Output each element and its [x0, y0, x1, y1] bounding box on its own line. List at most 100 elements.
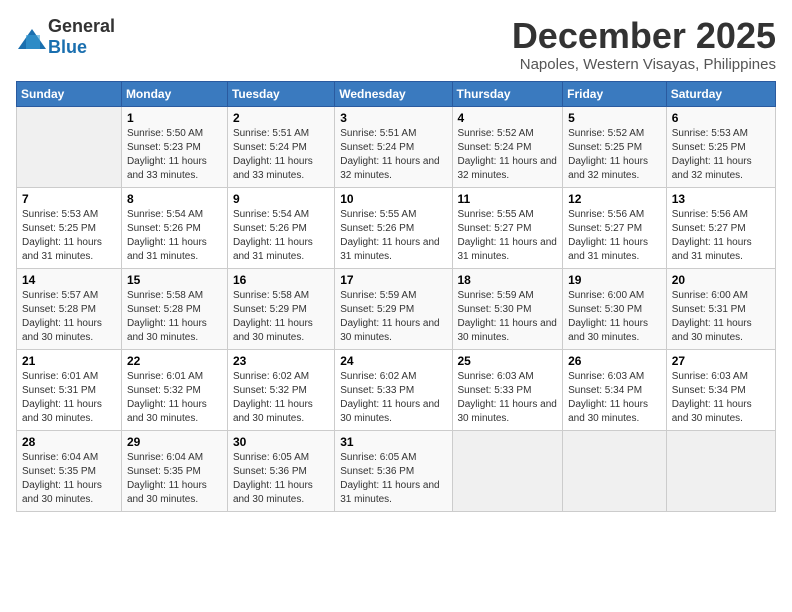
- sunset-text: Sunset: 5:33 PM: [458, 384, 558, 398]
- day-number: 16: [233, 273, 329, 287]
- logo-blue: Blue: [48, 37, 87, 57]
- sunset-text: Sunset: 5:35 PM: [22, 465, 116, 479]
- day-number: 17: [340, 273, 446, 287]
- cell-content: Sunrise: 6:03 AM Sunset: 5:33 PM Dayligh…: [458, 370, 558, 426]
- calendar-cell: [452, 430, 563, 511]
- calendar-cell: [563, 430, 667, 511]
- sunrise-text: Sunrise: 5:53 AM: [22, 208, 116, 222]
- calendar-cell: 7 Sunrise: 5:53 AM Sunset: 5:25 PM Dayli…: [17, 187, 122, 268]
- calendar-cell: 17 Sunrise: 5:59 AM Sunset: 5:29 PM Dayl…: [335, 268, 452, 349]
- sunset-text: Sunset: 5:32 PM: [233, 384, 329, 398]
- calendar-cell: 14 Sunrise: 5:57 AM Sunset: 5:28 PM Dayl…: [17, 268, 122, 349]
- cell-content: Sunrise: 5:59 AM Sunset: 5:30 PM Dayligh…: [458, 289, 558, 345]
- day-number: 9: [233, 192, 329, 206]
- calendar-cell: 27 Sunrise: 6:03 AM Sunset: 5:34 PM Dayl…: [666, 349, 775, 430]
- sunrise-text: Sunrise: 5:55 AM: [458, 208, 558, 222]
- calendar-cell: 18 Sunrise: 5:59 AM Sunset: 5:30 PM Dayl…: [452, 268, 563, 349]
- day-number: 21: [22, 354, 116, 368]
- week-row-4: 21 Sunrise: 6:01 AM Sunset: 5:31 PM Dayl…: [17, 349, 776, 430]
- week-row-2: 7 Sunrise: 5:53 AM Sunset: 5:25 PM Dayli…: [17, 187, 776, 268]
- cell-content: Sunrise: 5:51 AM Sunset: 5:24 PM Dayligh…: [233, 127, 329, 183]
- sunset-text: Sunset: 5:24 PM: [340, 141, 446, 155]
- daylight-text: Daylight: 11 hours and 30 minutes.: [568, 398, 661, 426]
- sunset-text: Sunset: 5:29 PM: [340, 303, 446, 317]
- day-number: 1: [127, 111, 222, 125]
- calendar-cell: [666, 430, 775, 511]
- sunrise-text: Sunrise: 5:51 AM: [233, 127, 329, 141]
- sunrise-text: Sunrise: 5:59 AM: [340, 289, 446, 303]
- sunrise-text: Sunrise: 5:51 AM: [340, 127, 446, 141]
- logo-text: General Blue: [48, 16, 115, 58]
- cell-content: Sunrise: 6:00 AM Sunset: 5:30 PM Dayligh…: [568, 289, 661, 345]
- sunrise-text: Sunrise: 6:03 AM: [672, 370, 770, 384]
- day-number: 10: [340, 192, 446, 206]
- daylight-text: Daylight: 11 hours and 30 minutes.: [233, 317, 329, 345]
- day-number: 5: [568, 111, 661, 125]
- cell-content: Sunrise: 5:52 AM Sunset: 5:24 PM Dayligh…: [458, 127, 558, 183]
- day-number: 26: [568, 354, 661, 368]
- cell-content: Sunrise: 6:01 AM Sunset: 5:31 PM Dayligh…: [22, 370, 116, 426]
- daylight-text: Daylight: 11 hours and 31 minutes.: [458, 236, 558, 264]
- sunset-text: Sunset: 5:26 PM: [233, 222, 329, 236]
- day-number: 7: [22, 192, 116, 206]
- daylight-text: Daylight: 11 hours and 30 minutes.: [458, 398, 558, 426]
- calendar-cell: 19 Sunrise: 6:00 AM Sunset: 5:30 PM Dayl…: [563, 268, 667, 349]
- header-saturday: Saturday: [666, 81, 775, 106]
- sunrise-text: Sunrise: 5:55 AM: [340, 208, 446, 222]
- daylight-text: Daylight: 11 hours and 30 minutes.: [458, 317, 558, 345]
- calendar-cell: 24 Sunrise: 6:02 AM Sunset: 5:33 PM Dayl…: [335, 349, 452, 430]
- daylight-text: Daylight: 11 hours and 30 minutes.: [22, 398, 116, 426]
- cell-content: Sunrise: 6:05 AM Sunset: 5:36 PM Dayligh…: [340, 451, 446, 507]
- sunset-text: Sunset: 5:26 PM: [340, 222, 446, 236]
- daylight-text: Daylight: 11 hours and 33 minutes.: [233, 155, 329, 183]
- calendar-cell: 30 Sunrise: 6:05 AM Sunset: 5:36 PM Dayl…: [227, 430, 334, 511]
- page-header: General Blue December 2025 Napoles, West…: [16, 16, 776, 73]
- sunrise-text: Sunrise: 6:01 AM: [22, 370, 116, 384]
- sunset-text: Sunset: 5:27 PM: [458, 222, 558, 236]
- daylight-text: Daylight: 11 hours and 30 minutes.: [127, 398, 222, 426]
- sunset-text: Sunset: 5:34 PM: [568, 384, 661, 398]
- cell-content: Sunrise: 6:03 AM Sunset: 5:34 PM Dayligh…: [672, 370, 770, 426]
- sunrise-text: Sunrise: 6:02 AM: [233, 370, 329, 384]
- cell-content: Sunrise: 5:58 AM Sunset: 5:28 PM Dayligh…: [127, 289, 222, 345]
- daylight-text: Daylight: 11 hours and 31 minutes.: [22, 236, 116, 264]
- calendar-cell: 3 Sunrise: 5:51 AM Sunset: 5:24 PM Dayli…: [335, 106, 452, 187]
- cell-content: Sunrise: 5:55 AM Sunset: 5:26 PM Dayligh…: [340, 208, 446, 264]
- daylight-text: Daylight: 11 hours and 32 minutes.: [458, 155, 558, 183]
- calendar-cell: 9 Sunrise: 5:54 AM Sunset: 5:26 PM Dayli…: [227, 187, 334, 268]
- calendar-cell: 6 Sunrise: 5:53 AM Sunset: 5:25 PM Dayli…: [666, 106, 775, 187]
- cell-content: Sunrise: 5:56 AM Sunset: 5:27 PM Dayligh…: [568, 208, 661, 264]
- calendar-cell: 5 Sunrise: 5:52 AM Sunset: 5:25 PM Dayli…: [563, 106, 667, 187]
- sunrise-text: Sunrise: 6:00 AM: [672, 289, 770, 303]
- daylight-text: Daylight: 11 hours and 30 minutes.: [22, 317, 116, 345]
- header-monday: Monday: [121, 81, 227, 106]
- sunset-text: Sunset: 5:29 PM: [233, 303, 329, 317]
- cell-content: Sunrise: 5:59 AM Sunset: 5:29 PM Dayligh…: [340, 289, 446, 345]
- calendar-cell: 21 Sunrise: 6:01 AM Sunset: 5:31 PM Dayl…: [17, 349, 122, 430]
- daylight-text: Daylight: 11 hours and 31 minutes.: [672, 236, 770, 264]
- header-thursday: Thursday: [452, 81, 563, 106]
- week-row-5: 28 Sunrise: 6:04 AM Sunset: 5:35 PM Dayl…: [17, 430, 776, 511]
- calendar-cell: 22 Sunrise: 6:01 AM Sunset: 5:32 PM Dayl…: [121, 349, 227, 430]
- sunset-text: Sunset: 5:25 PM: [672, 141, 770, 155]
- daylight-text: Daylight: 11 hours and 32 minutes.: [340, 155, 446, 183]
- sunset-text: Sunset: 5:31 PM: [22, 384, 116, 398]
- calendar-cell: 8 Sunrise: 5:54 AM Sunset: 5:26 PM Dayli…: [121, 187, 227, 268]
- sunset-text: Sunset: 5:36 PM: [340, 465, 446, 479]
- sunrise-text: Sunrise: 6:04 AM: [127, 451, 222, 465]
- daylight-text: Daylight: 11 hours and 30 minutes.: [672, 398, 770, 426]
- day-number: 29: [127, 435, 222, 449]
- week-row-1: 1 Sunrise: 5:50 AM Sunset: 5:23 PM Dayli…: [17, 106, 776, 187]
- daylight-text: Daylight: 11 hours and 30 minutes.: [127, 317, 222, 345]
- cell-content: Sunrise: 6:04 AM Sunset: 5:35 PM Dayligh…: [127, 451, 222, 507]
- daylight-text: Daylight: 11 hours and 31 minutes.: [568, 236, 661, 264]
- day-number: 3: [340, 111, 446, 125]
- daylight-text: Daylight: 11 hours and 30 minutes.: [340, 317, 446, 345]
- daylight-text: Daylight: 11 hours and 30 minutes.: [568, 317, 661, 345]
- logo-icon: [16, 27, 44, 47]
- day-number: 6: [672, 111, 770, 125]
- daylight-text: Daylight: 11 hours and 31 minutes.: [340, 479, 446, 507]
- daylight-text: Daylight: 11 hours and 30 minutes.: [127, 479, 222, 507]
- calendar-cell: [17, 106, 122, 187]
- sunrise-text: Sunrise: 5:54 AM: [127, 208, 222, 222]
